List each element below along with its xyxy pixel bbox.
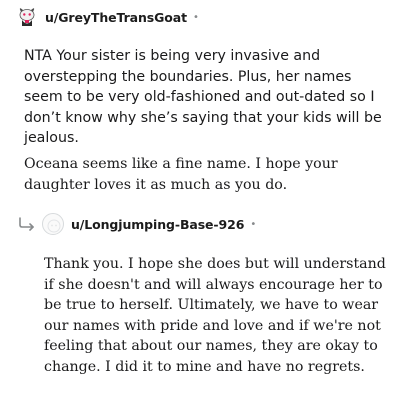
username[interactable]: u/Longjumping-Base-926 bbox=[71, 217, 244, 232]
username[interactable]: u/GreyTheTransGoat bbox=[45, 10, 187, 25]
comment-header: u/GreyTheTransGoat • bbox=[16, 5, 199, 29]
goat-avatar-icon[interactable] bbox=[16, 6, 38, 28]
comment-header: u/Longjumping-Base-926 • bbox=[16, 212, 256, 236]
comment-paragraph: Oceana seems like a fine name. I hope yo… bbox=[24, 155, 338, 193]
comment-paragraph: NTA Your sister is being very invasive a… bbox=[24, 48, 382, 147]
comment-paragraph: Thank you. I hope she does but will unde… bbox=[44, 256, 386, 375]
separator-dot: • bbox=[250, 218, 257, 230]
comment-body: NTA Your sister is being very invasive a… bbox=[24, 46, 394, 200]
default-avatar-icon[interactable] bbox=[42, 213, 64, 235]
separator-dot: • bbox=[192, 11, 199, 23]
reply-arrow-icon bbox=[16, 213, 38, 235]
comment-body: Thank you. I hope she does but will unde… bbox=[44, 254, 390, 383]
